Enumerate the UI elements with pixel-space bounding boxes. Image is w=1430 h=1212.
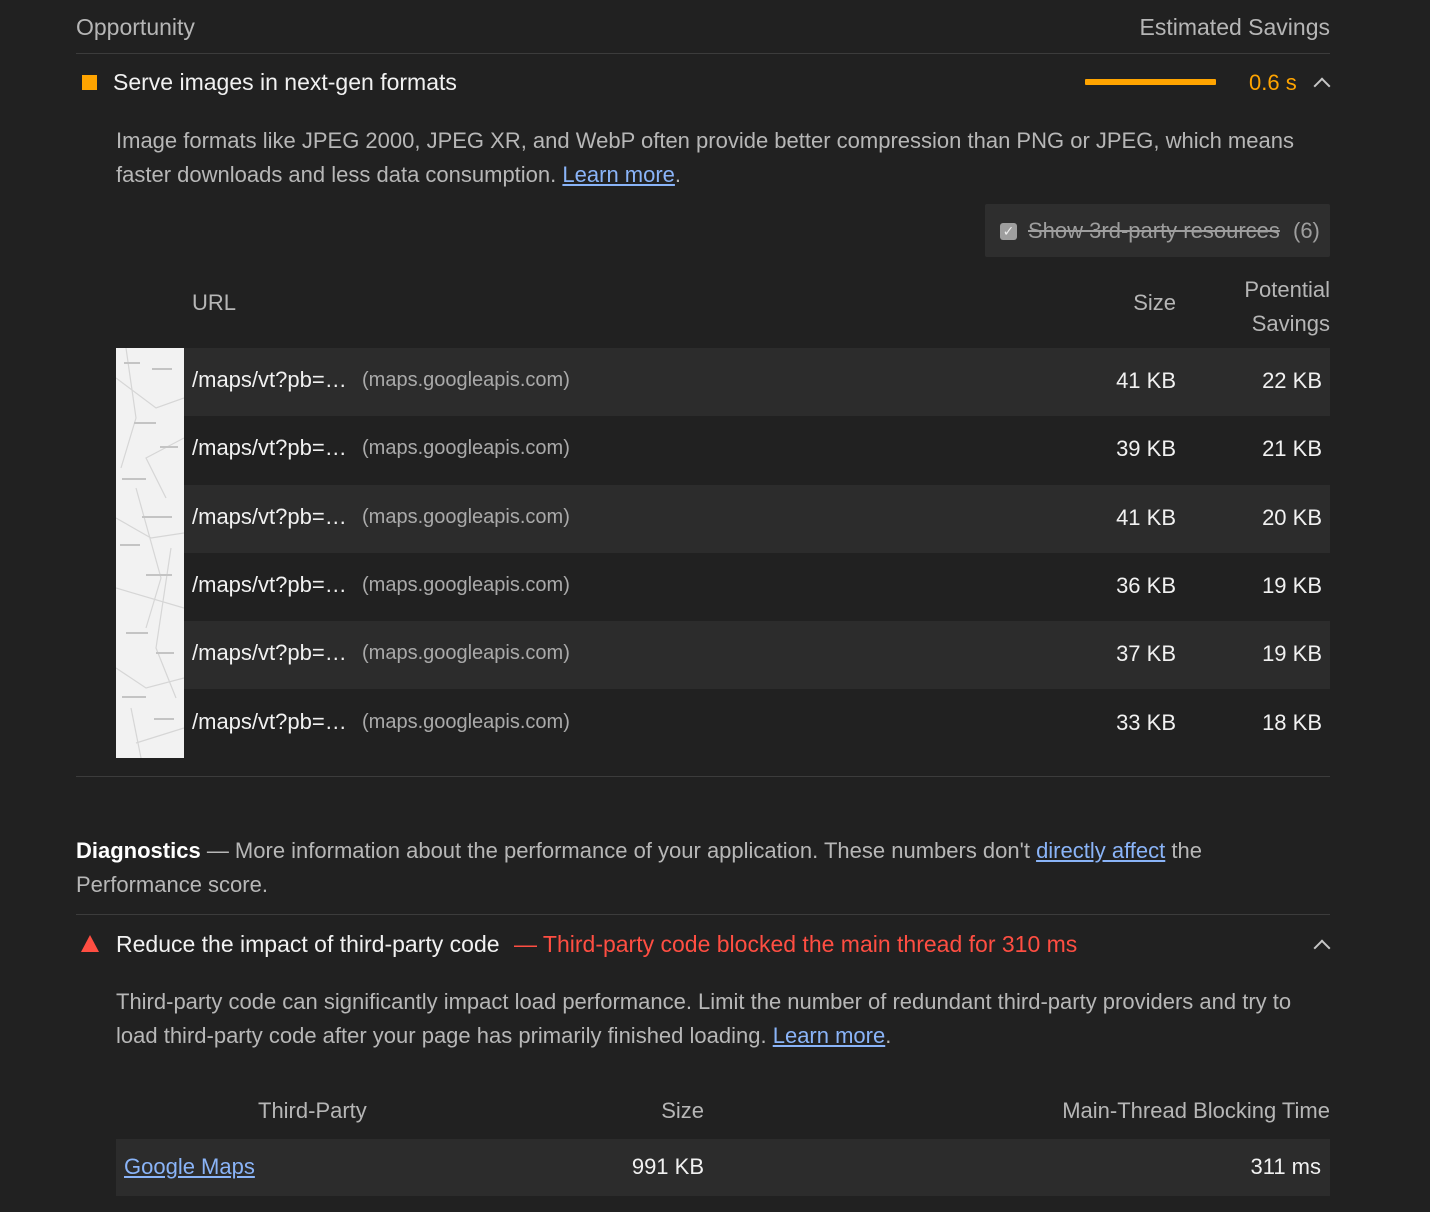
row-savings: 20 KB [1262, 505, 1322, 530]
directly-affect-link[interactable]: directly affect [1036, 838, 1165, 863]
divider [76, 914, 1330, 915]
table-row: /maps/vt?pb=… (maps.googleapis.com) 41 K… [184, 348, 1330, 416]
audit-summary: — Third-party code blocked the main thre… [513, 931, 1078, 957]
table-row: /maps/vt?pb=… (maps.googleapis.com) 36 K… [184, 553, 1330, 621]
diagnostics-text: — More information about the performance… [200, 838, 1037, 863]
table-row: /maps/vt?pb=… (maps.googleapis.com) 39 K… [184, 416, 1330, 484]
toggle-label: Show 3rd-party resources [1028, 218, 1280, 243]
row-size: 991 KB [631, 1154, 704, 1179]
blocking-time-column-header: Main-Thread Blocking Time [1062, 1098, 1330, 1123]
divider [76, 776, 1330, 777]
fail-triangle-icon [81, 935, 99, 952]
map-thumbnail-image [116, 348, 184, 758]
table-row: /maps/vt?pb=… (maps.googleapis.com) 37 K… [184, 621, 1330, 689]
audit-description: Image formats like JPEG 2000, JPEG XR, a… [116, 128, 1294, 187]
checkbox-checked-icon[interactable]: ✓ [1000, 223, 1017, 240]
third-party-link[interactable]: Google Maps [124, 1154, 255, 1180]
row-size: 37 KB [1116, 641, 1176, 666]
third-party-filter[interactable]: ✓ Show 3rd-party resources (6) [985, 204, 1330, 257]
diagnostics-title: Diagnostics [76, 838, 201, 863]
chevron-up-icon[interactable] [1313, 939, 1331, 957]
row-host: (maps.googleapis.com) [362, 574, 570, 596]
divider [76, 53, 1330, 54]
row-savings: 18 KB [1262, 710, 1322, 735]
url-column-header: URL [192, 290, 237, 315]
image-thumbnails [116, 348, 184, 758]
row-url[interactable]: /maps/vt?pb=… [192, 504, 347, 530]
audit-next-gen-formats-header[interactable]: Serve images in next-gen formats 0.6 s [76, 56, 1331, 108]
third-party-column-header: Third-Party [258, 1098, 367, 1123]
row-size: 41 KB [1116, 505, 1176, 530]
row-url[interactable]: /maps/vt?pb=… [192, 709, 347, 735]
row-blocking-time: 311 ms [1250, 1154, 1321, 1179]
row-host: (maps.googleapis.com) [362, 711, 570, 733]
audit-description: Third-party code can significantly impac… [116, 989, 1292, 1048]
average-square-icon [82, 75, 97, 90]
audit-savings: 0.6 s [1249, 70, 1297, 95]
table-row: /maps/vt?pb=… (maps.googleapis.com) 33 K… [184, 690, 1330, 758]
description-text: Third-party code can significantly impac… [116, 989, 1292, 1048]
toggle-count: (6) [1293, 218, 1320, 243]
learn-more-link[interactable]: Learn more [773, 1023, 886, 1048]
row-url[interactable]: /maps/vt?pb=… [192, 640, 347, 666]
size-column-header: Size [1133, 290, 1176, 315]
audit-title: Reduce the impact of third-party code [116, 931, 500, 957]
row-savings: 21 KB [1262, 436, 1322, 461]
row-host: (maps.googleapis.com) [362, 437, 570, 459]
opportunity-column-header: Opportunity [76, 14, 195, 40]
table-row: Google Maps 991 KB 311 ms [116, 1139, 1330, 1196]
row-size: 39 KB [1116, 436, 1176, 461]
table-row: /maps/vt?pb=… (maps.googleapis.com) 41 K… [184, 485, 1330, 553]
row-host: (maps.googleapis.com) [362, 642, 570, 664]
size-column-header: Size [661, 1098, 704, 1123]
row-url[interactable]: /maps/vt?pb=… [192, 572, 347, 598]
audit-title: Serve images in next-gen formats [113, 69, 457, 95]
estimated-savings-column-header: Estimated Savings [1139, 14, 1330, 40]
row-savings: 19 KB [1262, 573, 1322, 598]
chevron-up-icon[interactable] [1313, 77, 1331, 95]
row-size: 41 KB [1116, 368, 1176, 393]
audit-third-party-header[interactable]: Reduce the impact of third-party code — … [76, 918, 1331, 970]
row-savings: 19 KB [1262, 641, 1322, 666]
row-size: 36 KB [1116, 573, 1176, 598]
learn-more-link[interactable]: Learn more [562, 162, 675, 187]
description-text: Image formats like JPEG 2000, JPEG XR, a… [116, 128, 1294, 187]
row-host: (maps.googleapis.com) [362, 369, 570, 391]
row-savings: 22 KB [1262, 368, 1322, 393]
row-url[interactable]: /maps/vt?pb=… [192, 435, 347, 461]
potential-savings-column-header: Potential Savings [1244, 277, 1330, 336]
row-host: (maps.googleapis.com) [362, 506, 570, 528]
row-size: 33 KB [1116, 710, 1176, 735]
savings-bar [1085, 79, 1216, 85]
diagnostics-header: Diagnostics — More information about the… [76, 838, 1202, 897]
row-url[interactable]: /maps/vt?pb=… [192, 367, 347, 393]
